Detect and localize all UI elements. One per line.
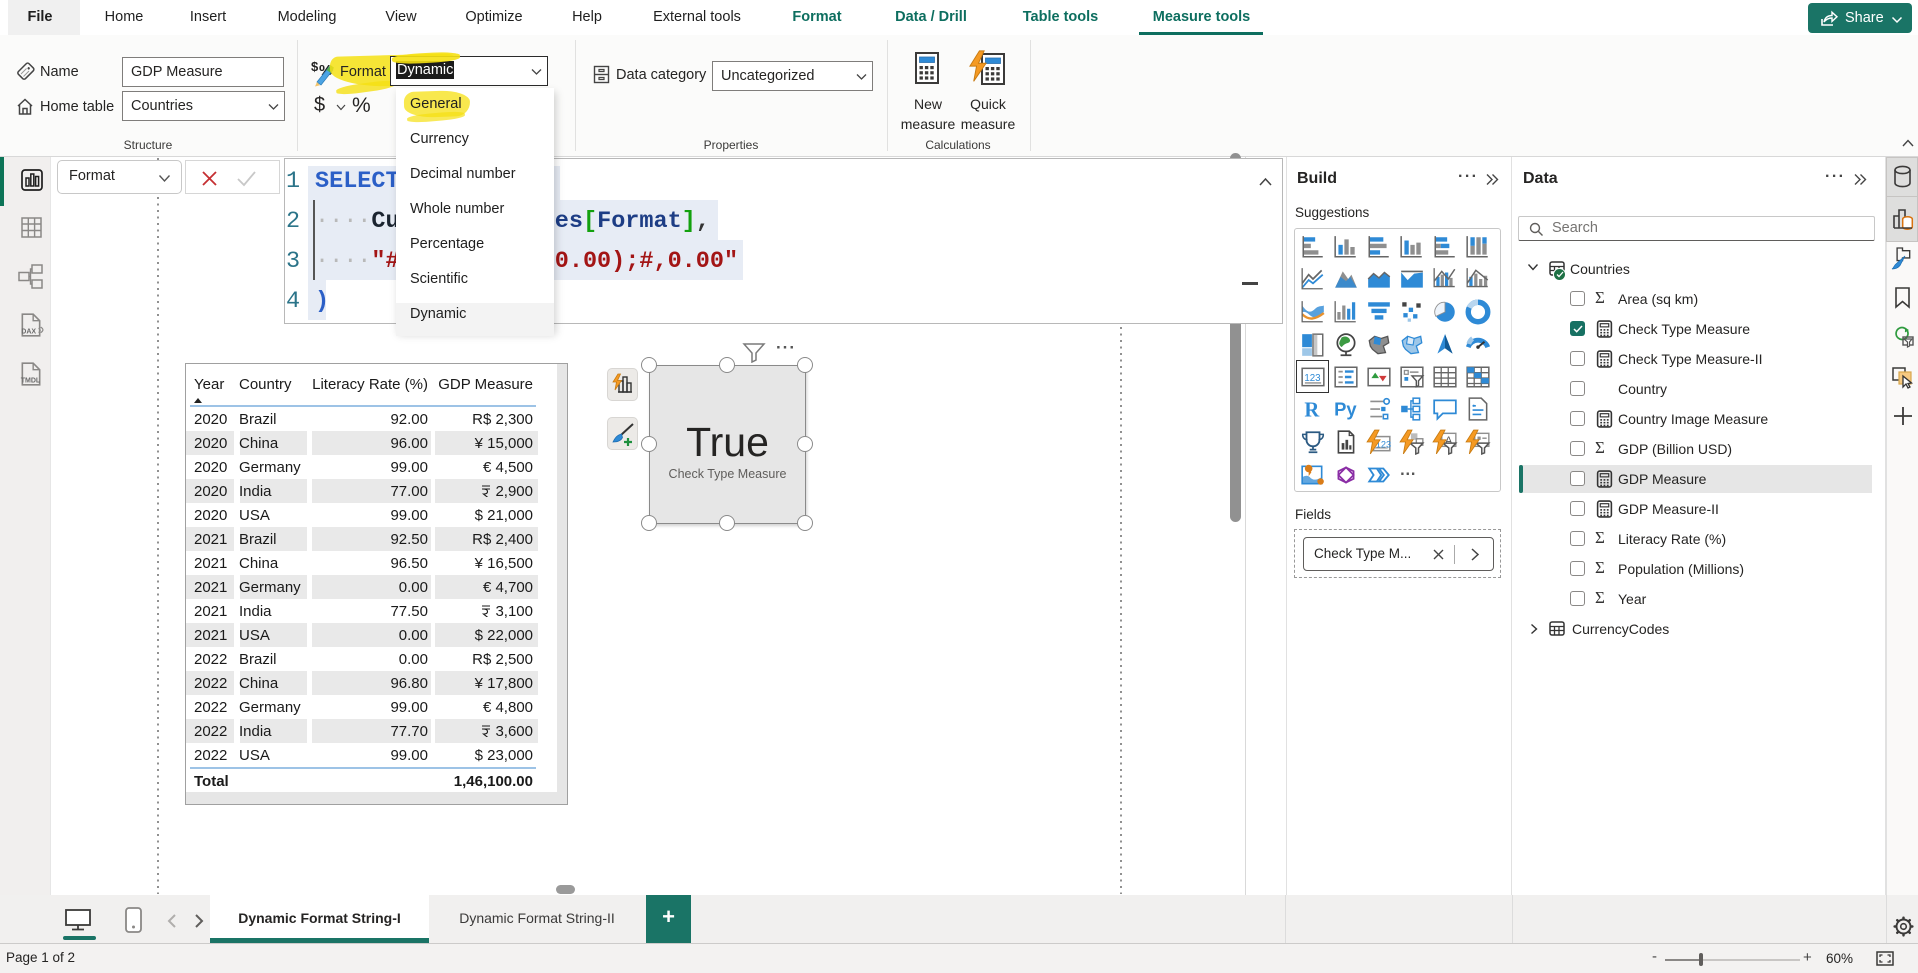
- svg-text:DAX: DAX: [21, 329, 36, 336]
- svg-text:Py: Py: [1334, 399, 1357, 420]
- svg-text:···: ···: [1400, 465, 1416, 483]
- svg-text:TMDL: TMDL: [21, 378, 41, 385]
- svg-text:R: R: [1304, 400, 1320, 422]
- svg-text:$: $: [311, 59, 319, 74]
